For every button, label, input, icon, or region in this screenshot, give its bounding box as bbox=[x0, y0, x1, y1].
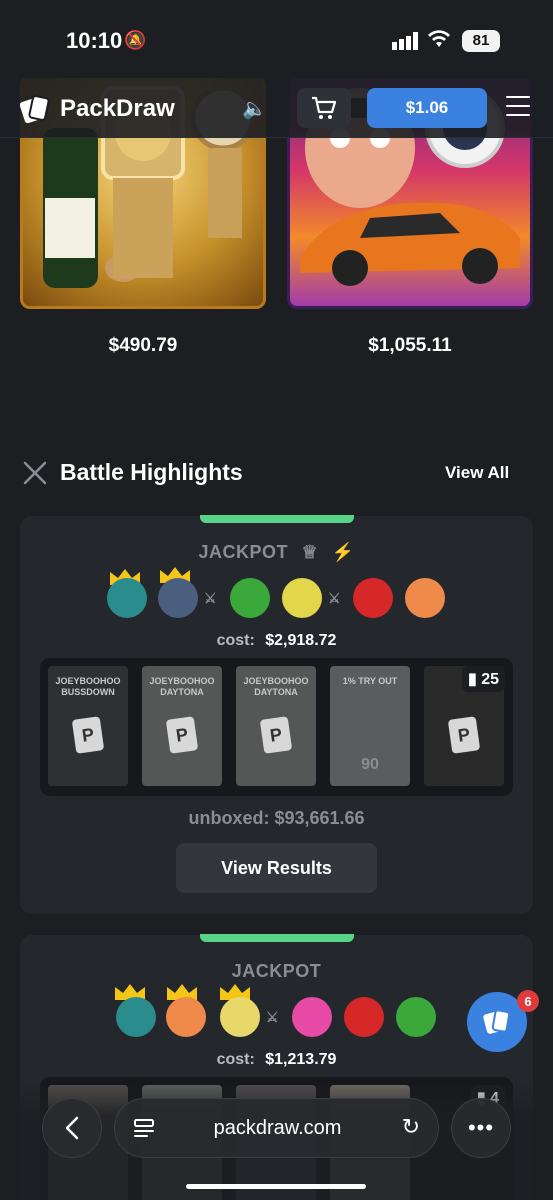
player-avatar[interactable] bbox=[230, 578, 270, 618]
versus-icon: ⚔ bbox=[204, 590, 217, 606]
crown-outline-icon: ♕ bbox=[301, 542, 319, 562]
pack-thumbnail-title: JOEYBOOHOO BUSSDOWN bbox=[55, 676, 121, 697]
battle-players: ⚔ bbox=[20, 983, 533, 1039]
player-avatar[interactable] bbox=[344, 997, 384, 1037]
battle-mode-label: JACKPOT bbox=[198, 542, 288, 562]
pack-count: 25 bbox=[481, 671, 499, 688]
cost-value: $1,213.79 bbox=[265, 1051, 337, 1068]
brand-name[interactable]: PackDraw bbox=[60, 95, 175, 123]
status-bar: 10:10 🔕 81 bbox=[0, 0, 553, 78]
speaker-icon[interactable]: 🔈 bbox=[242, 96, 267, 121]
pack-price: $1,055.11 bbox=[368, 335, 452, 356]
pack-thumbnail: JOEYBOOHOO BUSSDOWN P bbox=[48, 666, 128, 786]
wifi-icon bbox=[428, 30, 450, 54]
pack-price: $490.79 bbox=[108, 335, 178, 356]
battle-cost: cost: $2,918.72 bbox=[20, 632, 533, 650]
status-time: 10:10 bbox=[66, 28, 123, 53]
pack-count-badge: ▮ 25 bbox=[461, 666, 505, 692]
reload-icon[interactable]: ↻ bbox=[402, 1114, 420, 1140]
packdraw-p-icon: P bbox=[165, 716, 199, 754]
ellipsis-icon: ••• bbox=[467, 1115, 495, 1140]
section-title: Battle Highlights bbox=[60, 459, 243, 485]
try-out-number: 90 bbox=[361, 756, 379, 773]
browser-toolbar: packdraw.com ↻ ••• bbox=[0, 1080, 553, 1200]
player-avatar[interactable] bbox=[107, 578, 147, 618]
versus-icon: ⚔ bbox=[266, 1009, 279, 1025]
back-button[interactable] bbox=[42, 1098, 102, 1158]
battle-mode: JACKPOT ♕ ⚡ bbox=[20, 542, 533, 563]
cost-label: cost: bbox=[216, 1051, 255, 1068]
home-indicator bbox=[186, 1184, 366, 1189]
player-avatar[interactable] bbox=[292, 997, 332, 1037]
pack-thumbnail-title: JOEYBOOHOO DAYTONA bbox=[243, 676, 309, 697]
pack-thumbnail: JOEYBOOHOO DAYTONA P bbox=[236, 666, 316, 786]
player-avatar[interactable] bbox=[166, 997, 206, 1037]
battle-card[interactable]: JACKPOT ♕ ⚡ ⚔ ⚔ cost: $2,918.72 JOEYBOOH… bbox=[20, 515, 533, 914]
cart-icon bbox=[312, 96, 337, 119]
packdraw-logo-icon[interactable] bbox=[20, 94, 50, 124]
battle-packs-strip[interactable]: JOEYBOOHOO BUSSDOWN P JOEYBOOHOO DAYTONA… bbox=[40, 658, 513, 796]
cart-button[interactable] bbox=[297, 88, 351, 128]
url-text: packdraw.com bbox=[213, 1117, 342, 1139]
battery-indicator: 81 bbox=[462, 30, 500, 52]
app-header: PackDraw 🔈 $1.06 bbox=[0, 78, 553, 138]
player-avatar[interactable] bbox=[353, 578, 393, 618]
unboxed-total: unboxed: $93,661.66 bbox=[188, 808, 365, 828]
player-avatar[interactable] bbox=[396, 997, 436, 1037]
view-results-button[interactable]: View Results bbox=[176, 843, 377, 893]
highlight-bar bbox=[200, 934, 354, 942]
view-all-link[interactable]: View All bbox=[445, 463, 509, 483]
signal-icon bbox=[392, 32, 418, 50]
chevron-left-icon bbox=[65, 1116, 79, 1140]
battle-cost: cost: $1,213.79 bbox=[20, 1051, 533, 1069]
versus-icon: ⚔ bbox=[328, 590, 341, 606]
hamburger-menu-icon[interactable] bbox=[506, 96, 530, 118]
muted-bell-icon: 🔕 bbox=[124, 30, 147, 50]
pack-thumbnail: 1% TRY OUT 90 bbox=[330, 666, 410, 786]
battle-players: ⚔ ⚔ bbox=[20, 567, 533, 624]
more-options-button[interactable]: ••• bbox=[451, 1098, 511, 1158]
pack-thumbnail: JOEYBOOHOO DAYTONA P bbox=[142, 666, 222, 786]
packdraw-p-icon: P bbox=[71, 716, 105, 754]
pack-thumbnail-title: 1% TRY OUT bbox=[342, 676, 398, 686]
cost-label: cost: bbox=[216, 632, 255, 649]
packdraw-p-icon: P bbox=[447, 716, 481, 754]
player-avatar[interactable] bbox=[405, 578, 445, 618]
crossed-swords-icon bbox=[23, 461, 47, 485]
cards-icon bbox=[483, 1009, 511, 1034]
battle-mode-label: JACKPOT bbox=[231, 961, 322, 981]
highlight-bar bbox=[200, 515, 354, 523]
cost-value: $2,918.72 bbox=[265, 632, 337, 649]
player-avatar[interactable] bbox=[220, 997, 260, 1037]
packdraw-p-icon: P bbox=[259, 716, 293, 754]
notification-badge: 6 bbox=[517, 990, 539, 1012]
lightning-icon: ⚡ bbox=[331, 542, 355, 562]
packs-stack-icon: ▮ bbox=[467, 671, 477, 688]
balance-button[interactable]: $1.06 bbox=[367, 88, 487, 128]
player-avatar[interactable] bbox=[116, 997, 156, 1037]
pack-thumbnail-title: JOEYBOOHOO DAYTONA bbox=[149, 676, 215, 697]
player-avatar[interactable] bbox=[282, 578, 322, 618]
player-avatar[interactable] bbox=[158, 578, 198, 618]
address-bar[interactable]: packdraw.com ↻ bbox=[114, 1098, 439, 1158]
